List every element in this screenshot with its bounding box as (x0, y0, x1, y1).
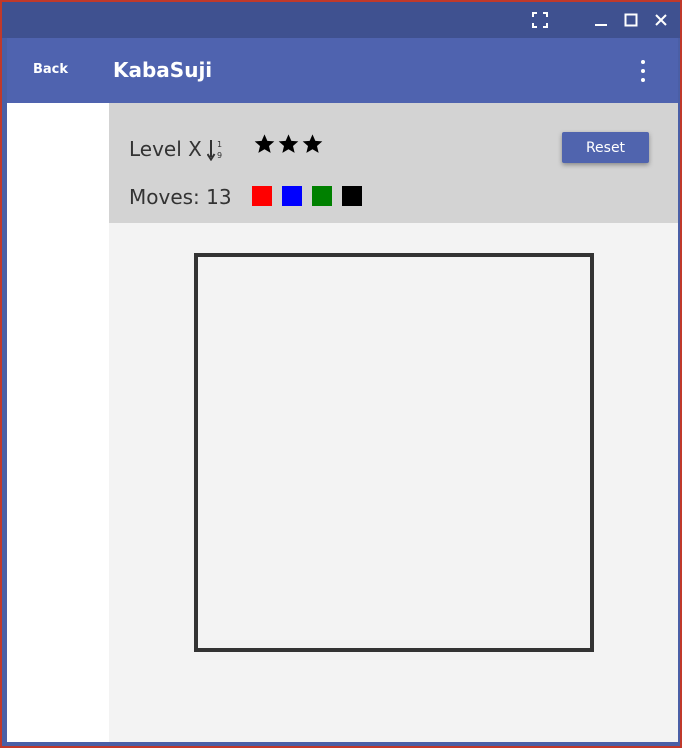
maximize-icon[interactable] (619, 8, 643, 32)
color-swatch[interactable] (342, 186, 362, 206)
main-content: Level X 1 9 Reset Moves: 13 (109, 103, 678, 742)
star-rating (253, 133, 324, 155)
sort-digit-top: 1 (217, 140, 222, 149)
window-titlebar (2, 2, 680, 38)
moves-counter: Moves: 13 (129, 185, 232, 209)
color-swatch[interactable] (252, 186, 272, 206)
close-icon[interactable] (649, 8, 673, 32)
app-window: Back KabaSuji Level X 1 9 Reset Moves: 1… (0, 0, 682, 748)
fullscreen-icon[interactable] (528, 8, 552, 32)
back-button[interactable]: Back (33, 62, 68, 77)
level-header: Level X 1 9 Reset Moves: 13 (109, 103, 678, 223)
app-title: KabaSuji (113, 58, 213, 82)
reset-button[interactable]: Reset (562, 132, 649, 163)
star-icon (302, 134, 323, 153)
star-icon (254, 134, 275, 153)
sort-digit-bottom: 9 (217, 151, 222, 160)
sidebar (7, 103, 109, 742)
app-bar: Back KabaSuji (7, 38, 678, 103)
color-swatch[interactable] (282, 186, 302, 206)
puzzle-board[interactable] (194, 253, 594, 652)
color-swatch[interactable] (312, 186, 332, 206)
sort-numeric-icon[interactable]: 1 9 (207, 139, 225, 161)
minimize-icon[interactable] (589, 8, 613, 32)
color-swatches (252, 186, 362, 206)
more-vert-icon[interactable] (635, 58, 651, 84)
level-label: Level X (129, 137, 202, 161)
star-icon (278, 134, 299, 153)
